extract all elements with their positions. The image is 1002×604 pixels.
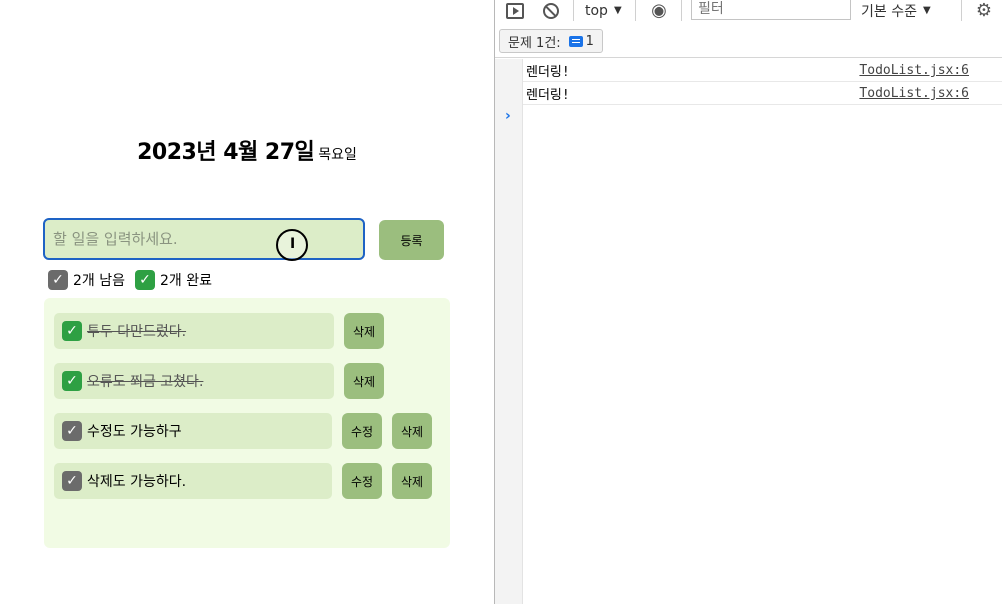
todo-item: ✓ 투두 다만드렀다. 삭제 (54, 313, 384, 349)
completed-count: ✓ 2개 완료 (135, 270, 212, 290)
console-toolbar: top ▼ ◉ 기본 수준 ▼ ⚙ (495, 0, 1002, 21)
delete-button[interactable]: 삭제 (392, 413, 432, 449)
date-header: 2023년 4월 27일 목요일 (0, 134, 494, 166)
todo-label: 수정도 가능하구 (87, 424, 182, 440)
sidebar-toggle-icon[interactable] (505, 0, 525, 21)
devtools-console: top ▼ ◉ 기본 수준 ▼ ⚙ 문제 1건: 1 렌더링! TodoList… (494, 0, 1002, 604)
gear-icon[interactable]: ⚙ (973, 0, 995, 21)
toolbar-divider (961, 0, 962, 21)
checkbox-gray-icon[interactable]: ✓ (62, 471, 82, 491)
todo-item: ✓ 삭제도 가능하다. 수정 삭제 (54, 463, 434, 499)
todo-input[interactable] (43, 218, 365, 260)
remaining-count: ✓ 2개 남음 (48, 270, 125, 290)
console-log-row: 렌더링! TodoList.jsx:6 (523, 60, 1002, 82)
completed-label: 2개 완료 (160, 273, 212, 289)
todo-item-text[interactable]: ✓ 오류도 쬐금 고쳤다. (54, 363, 334, 399)
filter-input[interactable] (691, 0, 851, 20)
issues-count: 1 (585, 33, 594, 49)
delete-button[interactable]: 삭제 (344, 313, 384, 349)
log-source-link[interactable]: TodoList.jsx:6 (859, 86, 969, 101)
todo-item-text[interactable]: ✓ 수정도 가능하구 (54, 413, 332, 449)
todo-item: ✓ 수정도 가능하구 수정 삭제 (54, 413, 434, 449)
toolbar-divider (573, 0, 574, 21)
delete-button[interactable]: 삭제 (344, 363, 384, 399)
context-select[interactable]: top ▼ (585, 0, 622, 21)
todo-item-text[interactable]: ✓ 삭제도 가능하다. (54, 463, 332, 499)
log-level-value: 기본 수준 (861, 3, 917, 20)
checkbox-green-icon[interactable]: ✓ (62, 321, 82, 341)
register-button[interactable]: 등록 (379, 220, 444, 260)
todo-counts: ✓ 2개 남음 ✓ 2개 완료 (48, 270, 222, 290)
toolbar-divider (635, 0, 636, 21)
toolbar-divider (681, 0, 682, 21)
log-level-select[interactable]: 기본 수준 ▼ (861, 0, 931, 21)
context-value: top (585, 2, 608, 19)
log-message: 렌더링! (526, 65, 570, 80)
eye-icon[interactable]: ◉ (647, 0, 671, 21)
clear-console-icon[interactable] (541, 0, 561, 21)
chevron-down-icon: ▼ (613, 5, 622, 16)
todo-label: 투두 다만드렀다. (87, 324, 187, 340)
console-gutter (495, 59, 523, 604)
remaining-label: 2개 남음 (73, 273, 125, 289)
checkbox-green-icon[interactable]: ✓ (62, 371, 82, 391)
log-message: 렌더링! (526, 88, 570, 103)
todo-label: 오류도 쬐금 고쳤다. (87, 374, 204, 390)
todo-app: 2023년 4월 27일목요일 I 등록 ✓ 2개 남음 ✓ 2개 완료 ✓ 투… (0, 0, 494, 604)
checkbox-green-icon: ✓ (135, 270, 155, 290)
console-prompt-icon[interactable]: › (505, 108, 511, 124)
chevron-down-icon: ▼ (922, 5, 931, 16)
issue-message-icon (568, 35, 583, 47)
text-cursor-icon: I (290, 236, 296, 252)
checkbox-gray-icon[interactable]: ✓ (62, 421, 82, 441)
console-log-row: 렌더링! TodoList.jsx:6 (523, 83, 1002, 105)
delete-button[interactable]: 삭제 (392, 463, 432, 499)
todo-list: ✓ 투두 다만드렀다. 삭제 ✓ 오류도 쬐금 고쳤다. 삭제 ✓ 수정도 가능… (44, 298, 450, 548)
weekday-text: 목요일 (318, 147, 357, 163)
todo-item: ✓ 오류도 쬐금 고쳤다. 삭제 (54, 363, 384, 399)
log-source-link[interactable]: TodoList.jsx:6 (859, 63, 969, 78)
issues-bar: 문제 1건: 1 (495, 22, 1002, 58)
issues-button[interactable]: 문제 1건: 1 (499, 29, 603, 53)
checkbox-gray-icon: ✓ (48, 270, 68, 290)
date-text: 2023년 4월 27일 (137, 140, 315, 165)
edit-button[interactable]: 수정 (342, 413, 382, 449)
issues-label: 문제 1건: (508, 35, 561, 51)
todo-item-text[interactable]: ✓ 투두 다만드렀다. (54, 313, 334, 349)
todo-label: 삭제도 가능하다. (87, 474, 187, 490)
edit-button[interactable]: 수정 (342, 463, 382, 499)
